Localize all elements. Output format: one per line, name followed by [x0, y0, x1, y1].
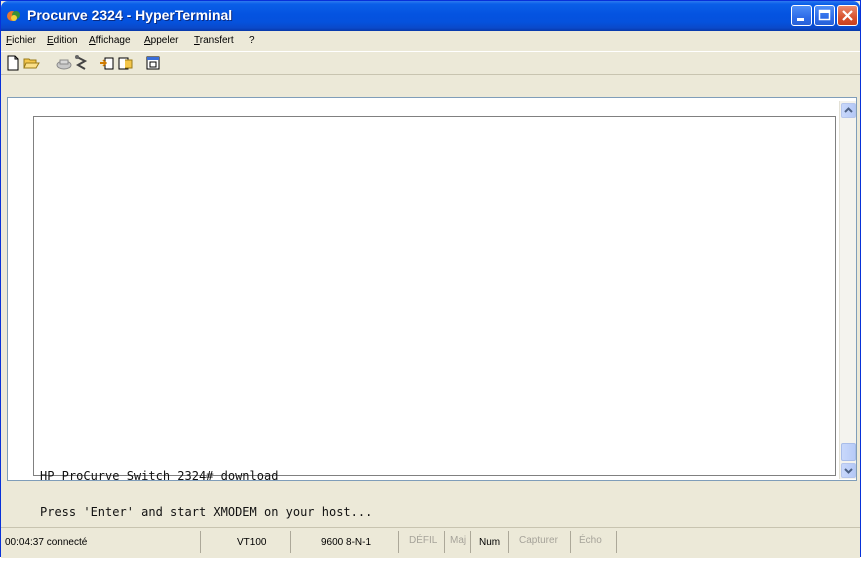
status-capture-text: Capturer — [519, 535, 558, 546]
status-bar: 00:04:37 connecté VT100 9600 8-N-1 DÉFIL… — [1, 527, 860, 558]
status-caps: Maj — [445, 531, 471, 553]
menu-appeler[interactable]: Appeler — [144, 35, 178, 46]
status-echo: Écho — [571, 531, 617, 553]
toolbar — [1, 51, 860, 75]
terminal-screen[interactable]: HP ProCurve Switch 2324# download Press … — [33, 116, 836, 554]
menu-edition[interactable]: Edition — [47, 35, 78, 46]
minimize-icon — [797, 18, 804, 21]
status-connection-text: 00:04:37 connecté — [5, 537, 88, 548]
terminal-frame: HP ProCurve Switch 2324# download Press … — [7, 97, 857, 554]
chevron-down-icon — [844, 468, 853, 474]
hyperterminal-window: Procurve 2324 - HyperTerminal Fichier Ed… — [0, 0, 861, 558]
status-capture: Capturer — [509, 531, 571, 553]
send-file-icon[interactable] — [99, 55, 117, 71]
status-scroll: DÉFIL — [399, 531, 445, 553]
status-caps-text: Maj — [450, 535, 467, 546]
open-folder-icon[interactable] — [23, 55, 41, 71]
properties-icon[interactable] — [145, 55, 163, 71]
status-port-settings-text: 9600 8-N-1 — [321, 537, 372, 548]
chevron-up-icon — [844, 107, 853, 113]
maximize-button[interactable] — [814, 5, 835, 26]
receive-file-icon[interactable] — [117, 55, 135, 71]
terminal-line: Press 'Enter' and start XMODEM on your h… — [40, 505, 373, 519]
vertical-scrollbar[interactable] — [839, 101, 856, 479]
status-scroll-text: DÉFIL — [409, 535, 438, 546]
minimize-button[interactable] — [791, 5, 812, 26]
status-port-settings: 9600 8-N-1 — [291, 531, 399, 553]
status-emulation-text: VT100 — [237, 537, 267, 548]
close-icon — [842, 10, 853, 21]
title-bar[interactable]: Procurve 2324 - HyperTerminal — [1, 1, 860, 31]
scroll-thumb[interactable] — [841, 443, 856, 461]
terminal-output: HP ProCurve Switch 2324# download Press … — [40, 446, 372, 578]
menu-affichage[interactable]: Affichage — [89, 35, 131, 46]
new-connection-icon[interactable] — [5, 55, 23, 71]
window-title: Procurve 2324 - HyperTerminal — [27, 7, 233, 23]
menu-transfert[interactable]: Transfert — [194, 35, 234, 46]
status-num: Num — [471, 531, 509, 553]
menu-fichier[interactable]: Fichier — [6, 35, 36, 46]
scroll-up-button[interactable] — [841, 103, 856, 118]
hyperterminal-app-icon[interactable] — [6, 8, 22, 24]
status-echo-text: Écho — [579, 535, 602, 546]
scroll-down-button[interactable] — [841, 463, 856, 478]
status-emulation: VT100 — [201, 531, 291, 553]
call-phone-icon[interactable] — [55, 55, 73, 71]
status-connection: 00:04:37 connecté — [1, 531, 201, 553]
status-num-text: Num — [479, 537, 501, 548]
menu-help[interactable]: ? — [249, 35, 255, 46]
disconnect-icon[interactable] — [73, 55, 91, 71]
terminal-line: HP ProCurve Switch 2324# download — [40, 469, 279, 483]
close-button[interactable] — [837, 5, 858, 26]
menu-bar: Fichier Edition Affichage Appeler Transf… — [1, 31, 860, 51]
maximize-icon — [818, 9, 831, 21]
